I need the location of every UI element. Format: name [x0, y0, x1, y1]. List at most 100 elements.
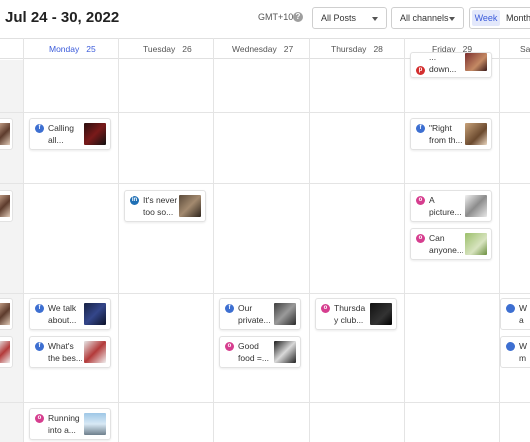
post-card[interactable]: o Running into a... — [29, 408, 111, 440]
post-caption: It's never too so... — [143, 195, 177, 217]
post-thumbnail — [465, 195, 487, 217]
post-thumbnail — [274, 341, 296, 363]
post-caption: Can anyone... — [429, 233, 463, 255]
facebook-icon: f — [35, 342, 44, 351]
post-card[interactable]: f What's the bes... — [29, 336, 111, 368]
post-caption: We talk about... — [48, 303, 77, 325]
chevron-down-icon — [372, 17, 378, 21]
post-thumbnail — [84, 341, 106, 363]
post-caption: Good food =... — [238, 341, 269, 363]
day-header-thursday: Thursday 28 — [331, 44, 383, 54]
day-number: 28 — [373, 44, 383, 54]
column-divider — [309, 38, 310, 442]
channels-filter-dropdown[interactable]: All channels — [391, 7, 464, 29]
post-card[interactable]: o A picture... — [410, 190, 492, 222]
post-caption: "Right from th... — [429, 123, 463, 145]
post-thumbnail — [84, 123, 106, 145]
post-card[interactable]: f We talk about... — [29, 298, 111, 330]
post-caption: Running into a... — [48, 413, 80, 435]
row-divider — [0, 293, 530, 294]
calendar-toolbar: Jul 24 - 30, 2022 GMT+10 ? All Posts All… — [0, 0, 530, 38]
day-header-wednesday: Wednesday 27 — [232, 44, 293, 54]
day-header-monday: Monday 25 — [49, 44, 96, 54]
facebook-icon: f — [416, 124, 425, 133]
post-caption: What's the bes... — [48, 341, 82, 363]
post-card-partial[interactable] — [0, 118, 13, 150]
post-card[interactable]: o Good food =... — [219, 336, 301, 368]
column-divider — [499, 38, 500, 442]
day-name: Tuesday — [143, 44, 176, 54]
post-caption: Calling all... — [48, 123, 74, 145]
facebook-icon — [506, 304, 515, 313]
post-card[interactable]: f Calling all... — [29, 118, 111, 150]
column-divider — [404, 38, 405, 442]
post-card[interactable]: f Our private... — [219, 298, 301, 330]
instagram-icon: o — [416, 234, 425, 243]
instagram-icon: o — [35, 414, 44, 423]
post-caption: Thursda y club... — [334, 303, 366, 325]
post-card-partial[interactable] — [0, 190, 13, 222]
day-header-saturday: Sa — [520, 44, 530, 54]
column-divider — [213, 38, 214, 442]
column-divider — [118, 38, 119, 442]
help-icon[interactable]: ? — [293, 12, 303, 22]
facebook-icon — [506, 342, 515, 351]
post-thumbnail — [370, 303, 392, 325]
pinterest-icon: p — [416, 66, 425, 75]
column-divider — [23, 38, 24, 442]
post-thumbnail — [179, 195, 201, 217]
post-card[interactable]: p ... down... — [410, 52, 492, 78]
post-thumbnail — [0, 341, 10, 363]
day-number: 25 — [86, 44, 96, 54]
post-thumbnail — [465, 53, 487, 71]
date-range-title: Jul 24 - 30, 2022 — [5, 9, 120, 26]
post-thumbnail — [84, 303, 106, 325]
posts-filter-label: All Posts — [321, 13, 357, 23]
chevron-down-icon — [449, 17, 455, 21]
posts-filter-dropdown[interactable]: All Posts — [312, 7, 387, 29]
post-card[interactable]: o Thursda y club... — [315, 298, 397, 330]
facebook-icon: f — [225, 304, 234, 313]
post-caption: Our private... — [238, 303, 271, 325]
timezone-label: GMT+10 — [258, 12, 294, 22]
instagram-icon: o — [321, 304, 330, 313]
view-toggle: Week Month — [469, 7, 530, 29]
linkedin-icon: in — [130, 196, 139, 205]
post-card-partial[interactable]: W m — [500, 336, 530, 368]
week-grid: Monday 25 Tuesday 26 Wednesday 27 Thursday 2… — [0, 38, 530, 442]
facebook-icon: f — [35, 124, 44, 133]
facebook-icon: f — [35, 304, 44, 313]
post-thumbnail — [465, 123, 487, 145]
day-name: Sa — [520, 44, 530, 54]
day-header-tuesday: Tuesday 26 — [143, 44, 192, 54]
post-thumbnail — [0, 123, 10, 145]
channels-filter-label: All channels — [400, 13, 449, 23]
instagram-icon: o — [225, 342, 234, 351]
post-caption: A picture... — [429, 195, 462, 217]
post-thumbnail — [0, 303, 10, 325]
post-caption: W m — [519, 341, 528, 363]
post-card[interactable]: f "Right from th... — [410, 118, 492, 150]
day-name: Wednesday — [232, 44, 277, 54]
post-thumbnail — [465, 233, 487, 255]
post-thumbnail — [0, 195, 10, 217]
row-divider — [0, 183, 530, 184]
post-thumbnail — [84, 413, 106, 435]
post-card-partial[interactable] — [0, 298, 13, 330]
instagram-icon: o — [416, 196, 425, 205]
view-week-button[interactable]: Week — [472, 10, 500, 26]
view-month-button[interactable]: Month — [506, 10, 530, 26]
day-number: 27 — [283, 44, 294, 54]
post-caption: W a — [519, 303, 528, 325]
post-card-partial[interactable] — [0, 336, 13, 368]
day-name: Monday — [49, 44, 80, 54]
day-number: 26 — [182, 44, 192, 54]
post-card[interactable]: in It's never too so... — [124, 190, 206, 222]
row-divider — [0, 402, 530, 403]
row-divider — [0, 112, 530, 113]
day-name: Thursday — [331, 44, 367, 54]
post-card[interactable]: o Can anyone... — [410, 228, 492, 260]
post-thumbnail — [274, 303, 296, 325]
post-caption: ... down... — [429, 52, 457, 74]
post-card-partial[interactable]: W a — [500, 298, 530, 330]
